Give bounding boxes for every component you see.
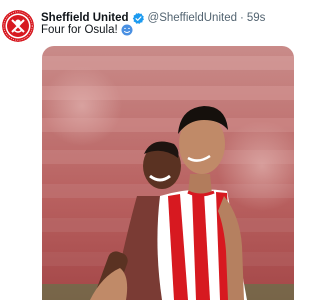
tweet-text-row: Four for Osula! <box>41 24 133 36</box>
blue-heart-eyes-emoji-icon <box>121 24 133 36</box>
tweet-text: Four for Osula! <box>41 24 118 36</box>
verified-badge-icon <box>132 12 145 25</box>
tweet-media-photo[interactable] <box>42 46 294 300</box>
avatar[interactable] <box>2 10 34 42</box>
author-name[interactable]: Sheffield United <box>41 12 129 24</box>
sheffield-united-crest-icon <box>2 10 34 42</box>
tweet[interactable]: Sheffield United @SheffieldUnited · 59s … <box>0 0 314 300</box>
separator-dot: · <box>240 12 244 24</box>
football-players-photo <box>42 46 294 300</box>
timestamp[interactable]: 59s <box>247 12 266 24</box>
author-handle[interactable]: @SheffieldUnited <box>148 12 237 24</box>
